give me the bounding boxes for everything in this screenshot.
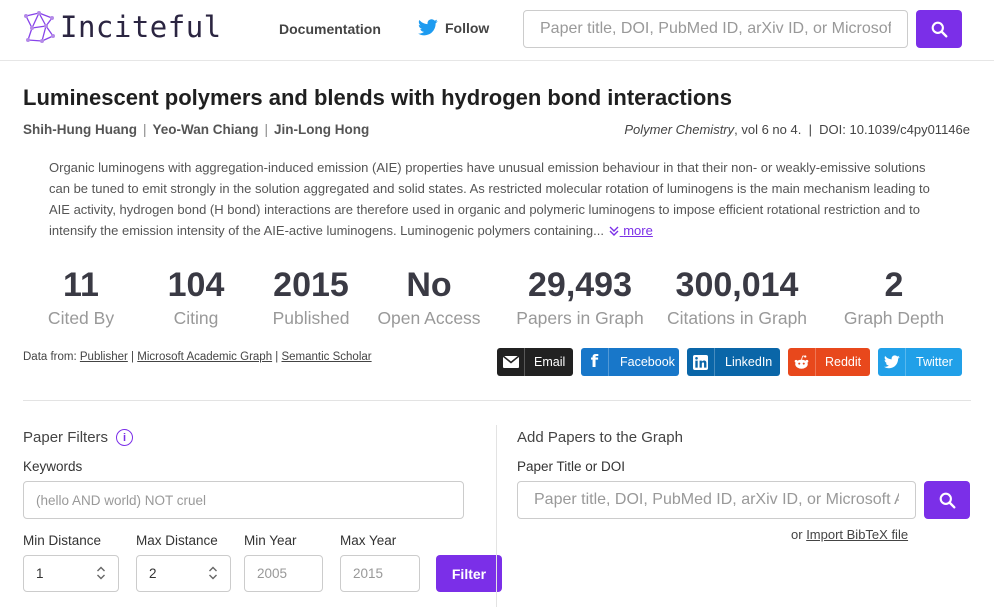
- import-bibtex: or Import BibTeX file: [791, 527, 908, 542]
- logo-text: Inciteful: [60, 10, 222, 44]
- add-papers-heading: Add Papers to the Graph: [517, 429, 683, 446]
- stat-label: Citations in Graph: [666, 308, 808, 328]
- source-publisher-link[interactable]: Publisher: [80, 351, 128, 363]
- stat-papers-in-graph: 29,493 Papers in Graph: [516, 266, 643, 329]
- share-email-label: Email: [534, 355, 566, 369]
- linkedin-icon: [687, 348, 715, 376]
- nav-follow-link[interactable]: Follow: [418, 19, 489, 36]
- email-icon: [497, 348, 525, 376]
- share-email-button[interactable]: Email: [497, 348, 573, 376]
- share-linkedin-label: LinkedIn: [725, 355, 773, 369]
- twitter-icon: [878, 348, 906, 376]
- min-distance-value: 1: [36, 566, 44, 581]
- reddit-icon: [788, 348, 816, 376]
- share-facebook-label: Facebook: [620, 355, 675, 369]
- stat-open-access: No Open Access: [377, 266, 480, 329]
- min-distance-stepper[interactable]: 1: [23, 555, 119, 592]
- journal-info: Polymer Chemistry, vol 6 no 4. | DOI: 10…: [624, 122, 970, 137]
- journal-name: Polymer Chemistry: [624, 122, 735, 137]
- import-prefix: or: [791, 527, 803, 542]
- add-paper-search-button[interactable]: [924, 481, 970, 519]
- journal-details: , vol 6 no 4. | DOI: 10.1039/c4py01146e: [734, 122, 970, 137]
- share-twitter-label: Twitter: [916, 355, 953, 369]
- author-link[interactable]: Jin-Long Hong: [274, 122, 369, 137]
- stat-citations-in-graph: 300,014 Citations in Graph: [667, 266, 807, 329]
- stat-value: 300,014: [675, 266, 799, 304]
- min-distance-label: Min Distance: [23, 533, 102, 548]
- stat-label: Open Access: [377, 308, 481, 328]
- share-twitter-button[interactable]: Twitter: [878, 348, 962, 376]
- info-icon[interactable]: i: [116, 429, 134, 446]
- stat-value: 29,493: [528, 266, 632, 304]
- facebook-icon: f: [581, 348, 609, 376]
- data-from-label: Data from:: [23, 351, 77, 363]
- min-year-label: Min Year: [244, 533, 297, 548]
- max-year-placeholder: 2015: [353, 566, 384, 581]
- separator: |: [142, 122, 147, 137]
- abstract: Organic luminogens with aggregation-indu…: [49, 157, 949, 241]
- stat-label: Published: [272, 308, 350, 328]
- keywords-label: Keywords: [23, 459, 83, 474]
- stats-row: 11 Cited By 104 Citing 2015 Published No…: [23, 266, 971, 338]
- separator: |: [264, 122, 269, 137]
- stat-value: 2015: [273, 266, 349, 304]
- author-list: Shih-Hung Huang | Yeo-Wan Chiang | Jin-Long …: [23, 122, 369, 137]
- paper-title-doi-label: Paper Title or DOI: [517, 459, 626, 474]
- more-label: more: [623, 223, 653, 238]
- twitter-bird-icon: [418, 19, 438, 36]
- author-link[interactable]: Shih-Hung Huang: [23, 122, 137, 137]
- search-icon: [939, 492, 955, 508]
- min-year-placeholder: 2005: [257, 566, 288, 581]
- source-mag-link[interactable]: Microsoft Academic Graph: [137, 351, 272, 363]
- search-icon: [931, 21, 947, 37]
- stat-graph-depth: 2 Graph Depth: [844, 266, 944, 329]
- chevron-down-icon: [609, 226, 619, 236]
- share-linkedin-button[interactable]: LinkedIn: [687, 348, 780, 376]
- share-reddit-label: Reddit: [825, 355, 862, 369]
- source-semantic-scholar-link[interactable]: Semantic Scholar: [281, 351, 371, 363]
- stat-value: 11: [63, 266, 99, 304]
- add-paper-input[interactable]: [517, 481, 916, 519]
- max-distance-stepper[interactable]: 2: [136, 555, 231, 592]
- stat-label: Citing: [173, 308, 219, 328]
- paper-title: Luminescent polymers and blends with hyd…: [23, 85, 732, 110]
- stat-label: Graph Depth: [843, 308, 945, 328]
- data-sources: Data from: Publisher | Microsoft Academi…: [23, 351, 372, 363]
- paper-filters-title: Paper Filters: [23, 429, 109, 446]
- stat-label: Papers in Graph: [516, 308, 644, 328]
- stepper-arrows-icon[interactable]: [208, 566, 218, 581]
- stat-published: 2015 Published: [273, 266, 350, 329]
- filter-button[interactable]: Filter: [436, 555, 502, 592]
- stat-citing[interactable]: 104 Citing: [168, 266, 225, 329]
- stat-cited-by[interactable]: 11 Cited By: [48, 266, 114, 329]
- max-year-input[interactable]: 2015: [340, 555, 420, 592]
- max-year-label: Max Year: [340, 533, 397, 548]
- stat-label: Cited By: [47, 308, 115, 328]
- nav-documentation-link[interactable]: Documentation: [279, 21, 381, 37]
- follow-label: Follow: [445, 19, 490, 36]
- stat-value: 2: [884, 266, 904, 304]
- max-distance-label: Max Distance: [136, 533, 218, 548]
- vertical-divider: [496, 425, 497, 607]
- stat-value: 104: [167, 266, 225, 304]
- author-link[interactable]: Yeo-Wan Chiang: [153, 122, 259, 137]
- top-header: Inciteful Documentation Follow: [0, 0, 994, 61]
- stepper-arrows-icon[interactable]: [96, 566, 106, 581]
- import-bibtex-link[interactable]: Import BibTeX file: [806, 527, 908, 542]
- more-link[interactable]: more: [608, 223, 653, 238]
- logo[interactable]: Inciteful: [22, 10, 222, 44]
- min-year-input[interactable]: 2005: [244, 555, 323, 592]
- keywords-input[interactable]: [23, 481, 464, 519]
- share-facebook-button[interactable]: f Facebook: [581, 348, 679, 376]
- section-divider: [23, 400, 971, 401]
- paper-filters-heading: Paper Filters i: [23, 429, 134, 446]
- max-distance-value: 2: [149, 566, 157, 581]
- abstract-text: Organic luminogens with aggregation-indu…: [49, 160, 930, 238]
- network-logo-icon: [24, 11, 55, 43]
- stat-value: No: [406, 266, 452, 304]
- top-search-input[interactable]: [523, 10, 908, 48]
- top-search-button[interactable]: [916, 10, 962, 48]
- share-reddit-button[interactable]: Reddit: [788, 348, 870, 376]
